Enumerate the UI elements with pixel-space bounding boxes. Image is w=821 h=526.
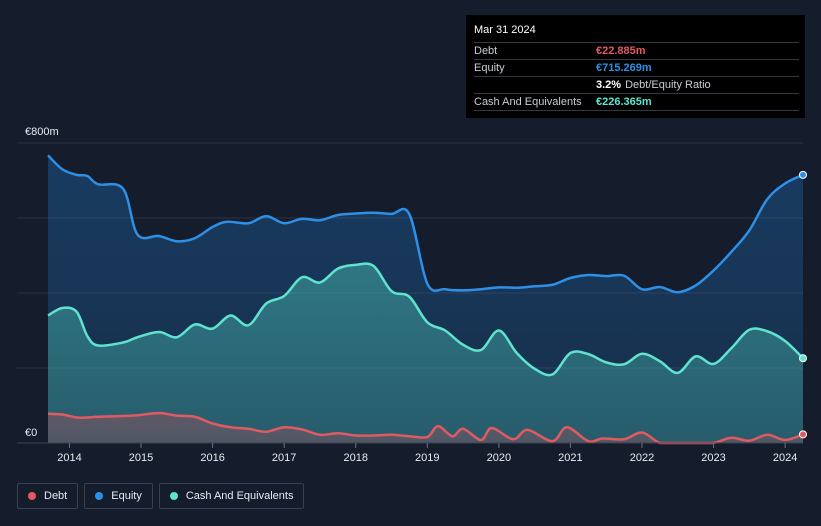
x-tick-label: 2014 <box>57 452 81 464</box>
equity-end-marker <box>799 170 807 179</box>
debt-end-marker <box>799 430 807 439</box>
series-layer <box>47 154 804 445</box>
x-axis: 2014 2015 2016 2017 2018 2019 2020 2021 2022 2023… <box>17 442 803 464</box>
equity-dot-icon <box>95 492 104 500</box>
x-tick-label: 2022 <box>630 452 654 464</box>
tooltip-value-equity: €715.269m <box>596 62 652 74</box>
tooltip-value-cash: €226.365m <box>596 96 652 108</box>
x-tick-label: 2015 <box>129 452 153 464</box>
tooltip-row-equity: Equity €715.269m <box>474 59 799 76</box>
tooltip-row-debt: Debt €22.885m <box>474 42 799 59</box>
tooltip-date: Mar 31 2024 <box>474 24 536 36</box>
cash-dot-icon <box>169 492 178 500</box>
x-tick-label: 2023 <box>701 452 725 464</box>
legend-label-equity: Equity <box>111 490 142 502</box>
tooltip-row-ratio: 3.2% Debt/Equity Ratio <box>474 76 799 93</box>
chart-legend: Debt Equity Cash And Equivalents <box>17 483 305 509</box>
y-axis-bottom-label: €0 <box>25 427 37 439</box>
tooltip-ratio-label: Debt/Equity Ratio <box>625 79 711 91</box>
cash-end-marker <box>799 354 807 363</box>
x-tick-label: 2018 <box>343 452 367 464</box>
tooltip-value-ratio: 3.2% <box>596 79 622 91</box>
legend-label-cash: Cash And Equivalents <box>185 490 294 502</box>
x-tick-label: 2016 <box>200 452 224 464</box>
tooltip-panel: Mar 31 2024 Debt €22.885m Equity €715.26… <box>466 15 805 118</box>
tooltip-row-cash: Cash And Equivalents €226.365m <box>474 93 799 111</box>
tooltip-label: Cash And Equivalents <box>474 96 582 108</box>
tooltip-label: Debt <box>474 45 498 57</box>
x-tick-label: 2020 <box>487 452 511 464</box>
x-tick-label: 2017 <box>272 452 296 464</box>
tooltip-label: Equity <box>474 62 505 74</box>
x-tick-label: 2021 <box>558 452 582 464</box>
x-tick-label: 2024 <box>773 452 797 464</box>
legend-item-debt[interactable]: Debt <box>17 483 79 509</box>
debt-dot-icon <box>28 492 36 500</box>
y-axis-top-label: €800m <box>25 126 59 138</box>
legend-item-cash[interactable]: Cash And Equivalents <box>158 483 305 509</box>
legend-item-equity[interactable]: Equity <box>84 483 153 509</box>
x-tick-label: 2019 <box>415 452 439 464</box>
legend-label-debt: Debt <box>44 490 68 502</box>
tooltip-value-debt: €22.885m <box>596 45 646 57</box>
